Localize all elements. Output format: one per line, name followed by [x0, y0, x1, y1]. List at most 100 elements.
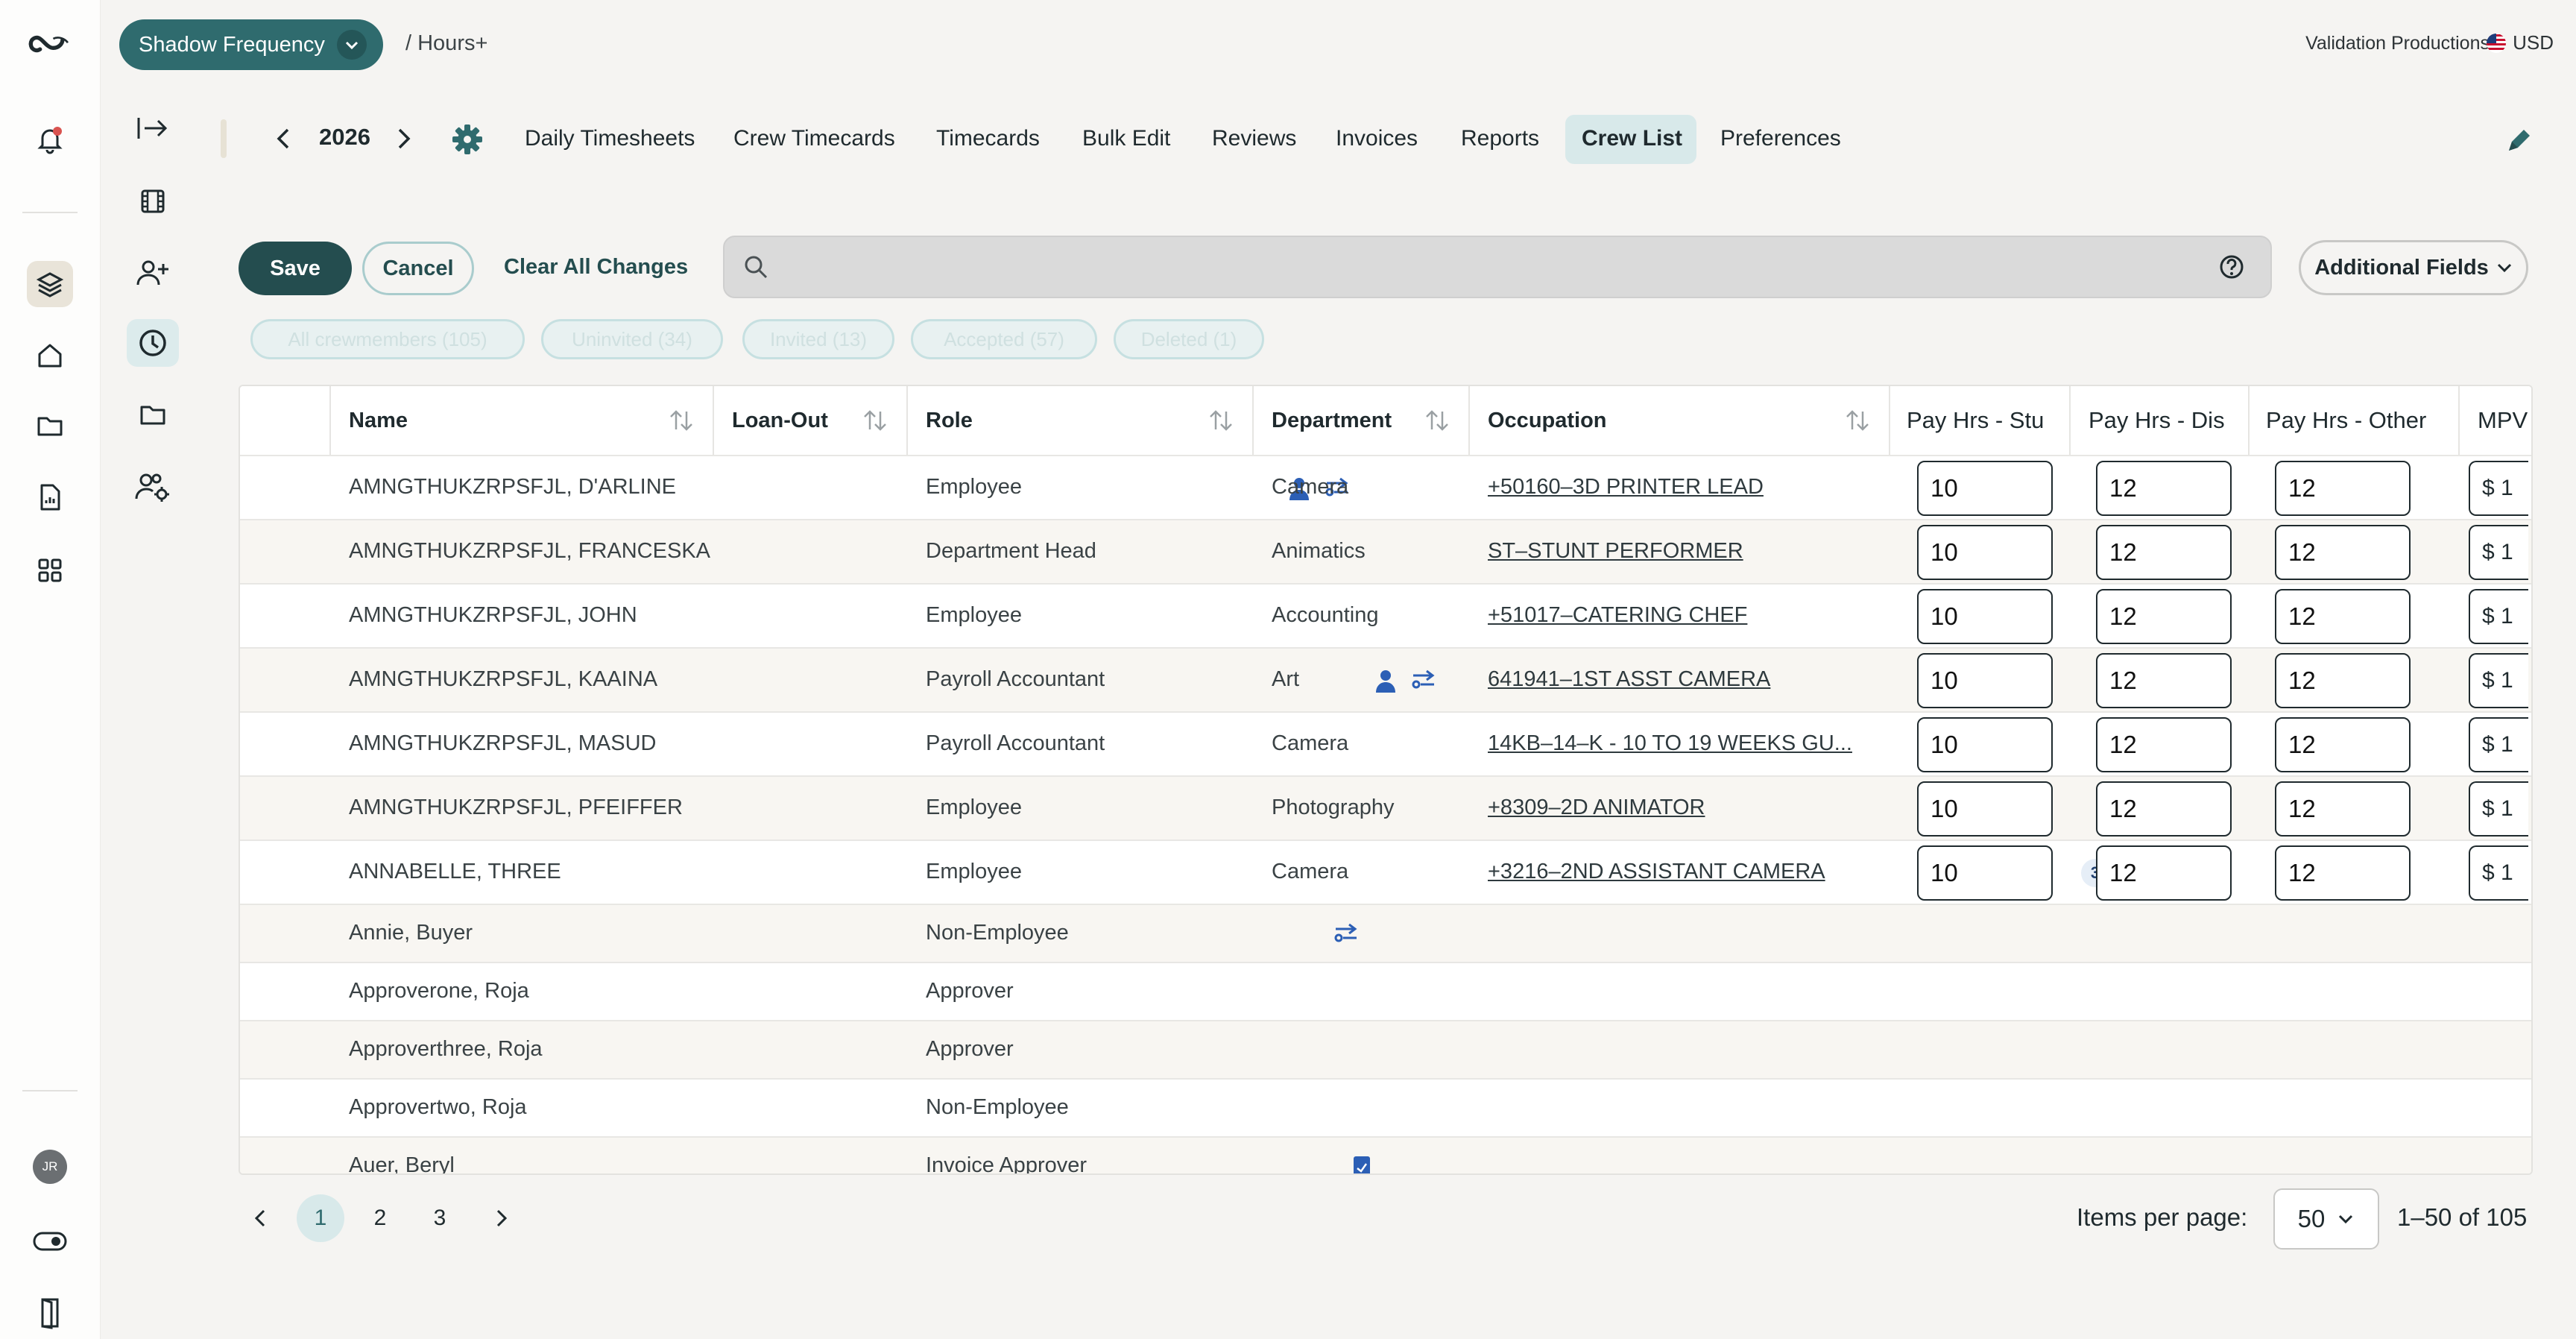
edit-pencil-icon[interactable]: [2504, 125, 2534, 155]
settings-gear-icon[interactable]: [450, 122, 484, 157]
next-year-icon[interactable]: [394, 125, 414, 152]
notification-bell-icon[interactable]: [27, 116, 73, 163]
column-header-department[interactable]: Department: [1254, 386, 1470, 455]
table-row[interactable]: AMNGTHUKZRPSFJL, KAAINA Payroll Accountan…: [240, 647, 2531, 711]
person-icon[interactable]: [1374, 669, 1397, 693]
filter-uninvited[interactable]: Uninvited (34): [541, 319, 723, 359]
crew-name[interactable]: AMNGTHUKZRPSFJL, MASUD: [349, 731, 656, 756]
mpv-input[interactable]: $ 1: [2469, 845, 2528, 901]
layers-icon[interactable]: [27, 261, 73, 307]
pay-hrs-other-input[interactable]: [2275, 717, 2411, 772]
pay-hrs-distant-input[interactable]: [2096, 461, 2232, 516]
pay-hrs-other-input[interactable]: [2275, 781, 2411, 837]
column-header-pay-hrs-distant[interactable]: Pay Hrs - Dis: [2071, 386, 2250, 455]
table-row[interactable]: Auer, Beryl Invoice Approver: [240, 1136, 2531, 1173]
breadcrumb[interactable]: / Hours+: [405, 31, 487, 56]
occupation-link[interactable]: ST–STUNT PERFORMER: [1488, 539, 1743, 564]
table-row[interactable]: AMNGTHUKZRPSFJL, JOHN Employee Accounting +…: [240, 583, 2531, 647]
mpv-input[interactable]: $ 1: [2469, 589, 2528, 644]
pay-hrs-other-input[interactable]: [2275, 589, 2411, 644]
toggle-icon[interactable]: [27, 1218, 73, 1264]
pay-hrs-distant-input[interactable]: [2096, 525, 2232, 580]
search-input[interactable]: [784, 243, 2188, 292]
column-header-occupation[interactable]: Occupation: [1470, 386, 1890, 455]
pay-hrs-distant-input[interactable]: [2096, 717, 2232, 772]
table-row[interactable]: Approverthree, Roja Approver: [240, 1020, 2531, 1078]
pay-hrs-studio-input[interactable]: [1917, 653, 2053, 708]
tab-invoices[interactable]: Invoices: [1336, 122, 1418, 155]
table-row[interactable]: AMNGTHUKZRPSFJL, MASUD Payroll Accountant…: [240, 711, 2531, 775]
prev-year-icon[interactable]: [273, 125, 294, 152]
occupation-link[interactable]: +51017–CATERING CHEF: [1488, 603, 1747, 628]
crew-name[interactable]: Auer, Beryl: [349, 1153, 455, 1173]
crew-name[interactable]: AMNGTHUKZRPSFJL, FRANCESKA: [349, 539, 710, 564]
pay-hrs-other-input[interactable]: [2275, 653, 2411, 708]
production-name[interactable]: Validation Productions: [2305, 33, 2490, 54]
pay-hrs-studio-input[interactable]: [1917, 781, 2053, 837]
crew-name[interactable]: ANNABELLE, THREE: [349, 860, 561, 884]
tab-crew-list[interactable]: Crew List: [1582, 122, 1682, 155]
column-header-pay-hrs-other[interactable]: Pay Hrs - Other: [2250, 386, 2460, 455]
occupation-link[interactable]: +8309–2D ANIMATOR: [1488, 795, 1705, 820]
tab-reports[interactable]: Reports: [1461, 122, 1539, 155]
users-settings-icon[interactable]: [127, 464, 179, 511]
crew-name[interactable]: Approvertwo, Roja: [349, 1095, 527, 1120]
add-user-icon[interactable]: [127, 249, 179, 297]
occupation-link[interactable]: +50160–3D PRINTER LEAD: [1488, 475, 1764, 500]
column-header-name[interactable]: Name: [331, 386, 714, 455]
additional-fields-button[interactable]: Additional Fields: [2299, 240, 2528, 295]
crew-name[interactable]: AMNGTHUKZRPSFJL, PFEIFFER: [349, 795, 683, 820]
column-header-loan-out[interactable]: Loan-Out: [714, 386, 908, 455]
table-row[interactable]: ANNABELLE, THREE Employee Camera +3216–2ND …: [240, 839, 2531, 904]
film-icon[interactable]: [127, 177, 179, 225]
table-row[interactable]: AMNGTHUKZRPSFJL, D'ARLINE Employee Camera +…: [240, 455, 2531, 519]
table-row[interactable]: Annie, Buyer Non-Employee: [240, 904, 2531, 962]
table-row[interactable]: AMNGTHUKZRPSFJL, PFEIFFER Employee Photogr…: [240, 775, 2531, 839]
column-header-pay-hrs-studio[interactable]: Pay Hrs - Stu: [1890, 386, 2071, 455]
column-header-mpv[interactable]: MPV: [2460, 386, 2531, 455]
page-2-button[interactable]: 2: [356, 1194, 404, 1242]
page-3-button[interactable]: 3: [416, 1194, 464, 1242]
pay-hrs-distant-input[interactable]: [2096, 653, 2232, 708]
pay-hrs-other-input[interactable]: [2275, 461, 2411, 516]
logout-door-icon[interactable]: [27, 1290, 73, 1336]
table-row[interactable]: Approverone, Roja Approver: [240, 962, 2531, 1020]
pay-hrs-distant-input[interactable]: [2096, 589, 2232, 644]
tab-reviews[interactable]: Reviews: [1212, 122, 1296, 155]
occupation-link[interactable]: 641941–1ST ASST CAMERA: [1488, 667, 1770, 692]
tab-crew-timecards[interactable]: Crew Timecards: [733, 122, 895, 155]
mpv-input[interactable]: $ 1: [2469, 653, 2528, 708]
filter-deleted[interactable]: Deleted (1): [1114, 319, 1264, 359]
folder-outline-icon[interactable]: [127, 391, 179, 438]
prev-page-icon[interactable]: [249, 1205, 273, 1232]
filter-invited[interactable]: Invited (13): [742, 319, 894, 359]
crew-name[interactable]: Approverone, Roja: [349, 979, 529, 1004]
save-button[interactable]: Save: [239, 242, 352, 295]
occupation-link[interactable]: +3216–2ND ASSISTANT CAMERA: [1488, 860, 1825, 884]
transfer-icon[interactable]: [1410, 669, 1437, 691]
transfer-icon[interactable]: [1333, 922, 1360, 945]
crew-name[interactable]: AMNGTHUKZRPSFJL, D'ARLINE: [349, 475, 676, 500]
clear-all-changes-button[interactable]: Clear All Changes: [504, 255, 688, 280]
pay-hrs-studio-input[interactable]: [1917, 589, 2053, 644]
pay-hrs-studio-input[interactable]: [1917, 525, 2053, 580]
items-per-page-select[interactable]: 50: [2273, 1188, 2379, 1250]
pay-hrs-other-input[interactable]: [2275, 845, 2411, 901]
home-icon[interactable]: [27, 333, 73, 379]
pay-hrs-studio-input[interactable]: [1917, 845, 2053, 901]
cancel-button[interactable]: Cancel: [362, 242, 474, 295]
apps-grid-icon[interactable]: [27, 547, 73, 593]
org-switcher[interactable]: Shadow Frequency: [119, 19, 383, 70]
filter-accepted[interactable]: Accepted (57): [911, 319, 1097, 359]
mpv-input[interactable]: $ 1: [2469, 717, 2528, 772]
mpv-input[interactable]: $ 1: [2469, 461, 2528, 516]
user-avatar[interactable]: JR: [33, 1150, 67, 1184]
tab-bulk-edit[interactable]: Bulk Edit: [1082, 122, 1170, 155]
clock-icon[interactable]: [127, 319, 179, 367]
pay-hrs-distant-input[interactable]: [2096, 781, 2232, 837]
pay-hrs-distant-input[interactable]: [2096, 845, 2232, 901]
search-bar[interactable]: [723, 236, 2272, 298]
crew-name[interactable]: AMNGTHUKZRPSFJL, JOHN: [349, 603, 637, 628]
tab-preferences[interactable]: Preferences: [1720, 122, 1841, 155]
crew-name[interactable]: AMNGTHUKZRPSFJL, KAAINA: [349, 667, 657, 692]
